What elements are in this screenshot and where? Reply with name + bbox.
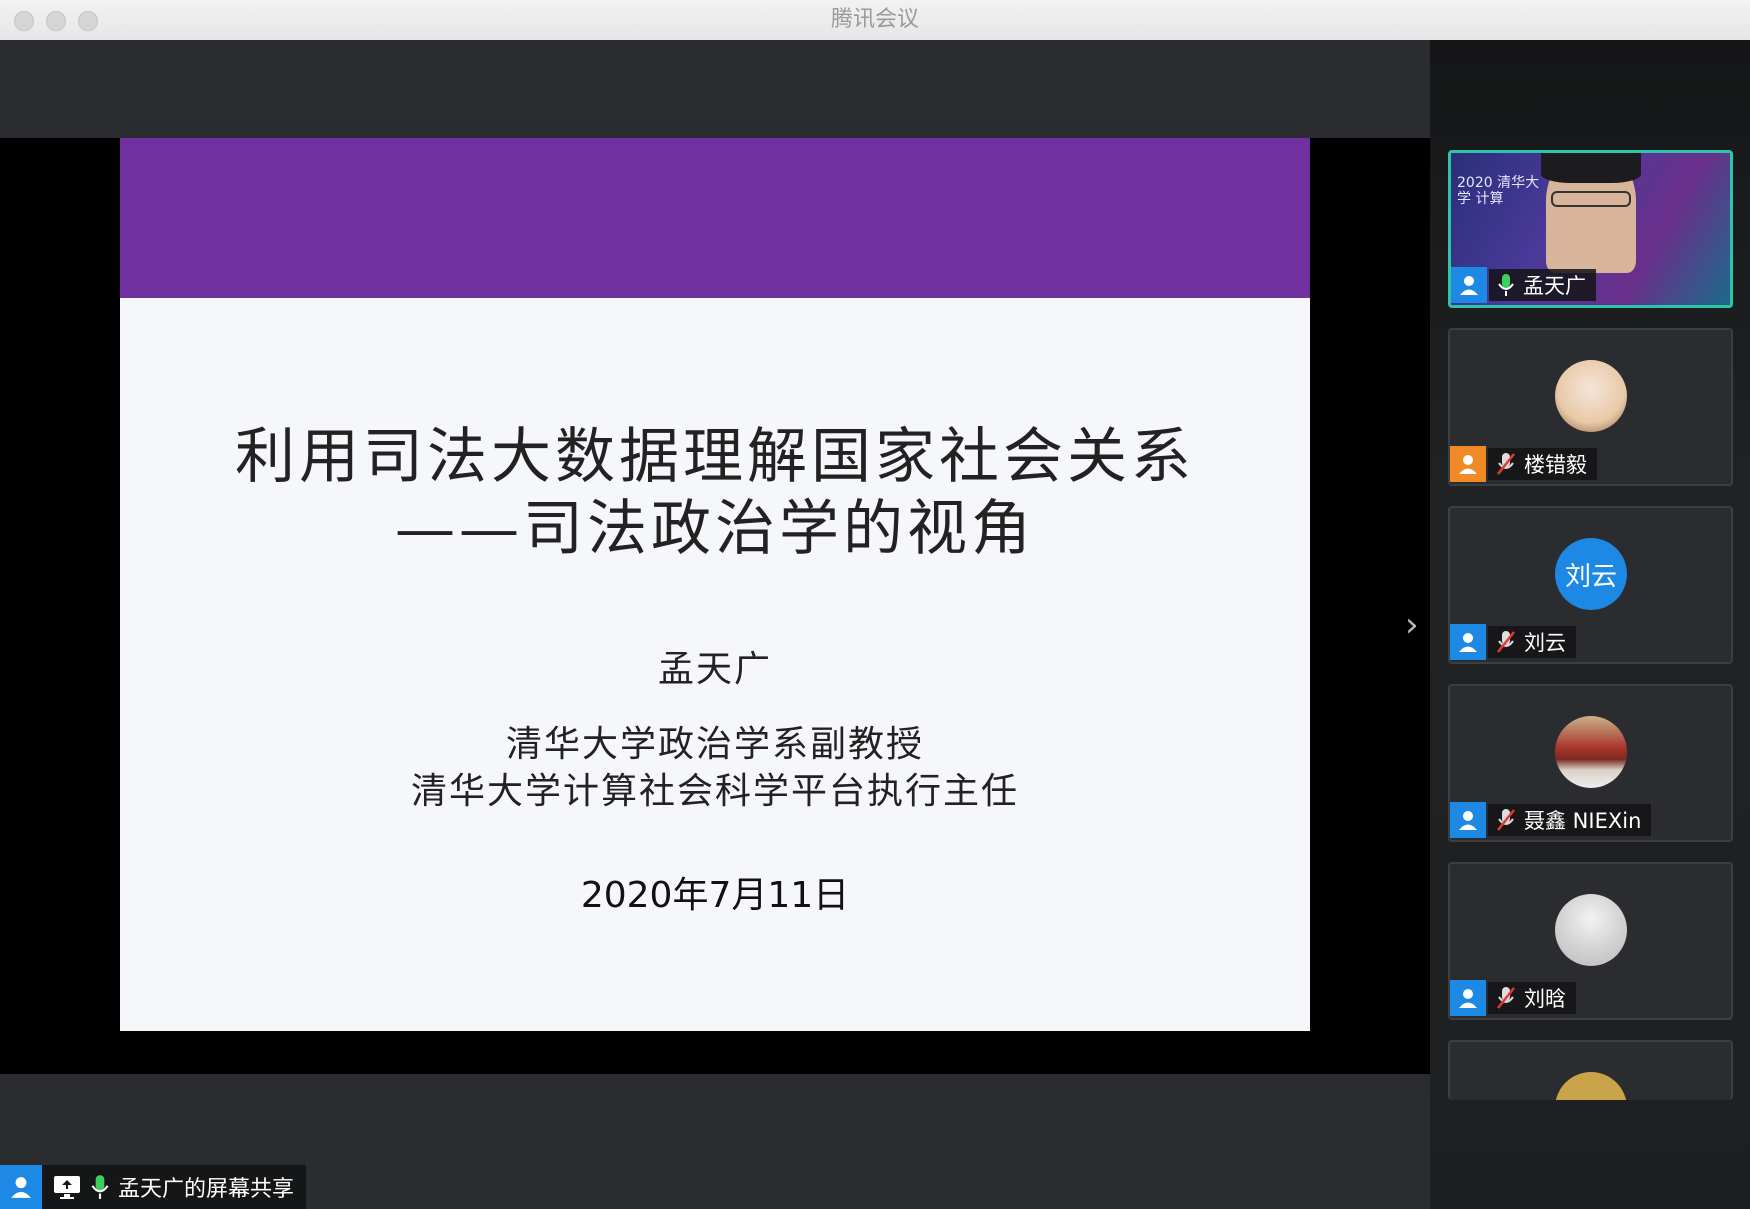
participant-name: 刘晗 xyxy=(1524,987,1566,1011)
slide-date: 2020年7月11日 xyxy=(580,875,850,916)
nameplate: 聂鑫 NIEXin xyxy=(1450,802,1652,838)
host-icon xyxy=(1450,446,1486,482)
participant-tile[interactable]: 聂鑫 NIEXin xyxy=(1448,684,1733,842)
nameplate: 刘云 xyxy=(1450,624,1576,660)
user-icon xyxy=(1450,980,1486,1016)
slide-affiliation-1: 清华大学政治学系副教授 xyxy=(505,724,924,765)
user-icon xyxy=(0,1165,42,1209)
video-banner-text: 2020 清华大学 计算 xyxy=(1457,175,1540,207)
nameplate: 刘晗 xyxy=(1450,980,1576,1016)
mic-muted-icon xyxy=(1497,809,1515,831)
nameplate: 孟天广 xyxy=(1451,267,1596,303)
slide-author: 孟天广 xyxy=(657,649,772,690)
participant-tile[interactable]: 刘晗 xyxy=(1448,862,1733,1020)
presentation-slide: 利用司法大数据理解国家社会关系 ——司法政治学的视角 孟天广 清华大学政治学系副… xyxy=(120,138,1310,1031)
avatar xyxy=(1555,894,1627,966)
participant-name: 刘云 xyxy=(1524,631,1566,655)
participant-tile[interactable]: 刘云 刘云 xyxy=(1448,506,1733,664)
mic-muted-icon xyxy=(1497,631,1515,653)
participant-tile-partial[interactable] xyxy=(1448,1040,1733,1100)
window-titlebar: 腾讯会议 xyxy=(0,0,1750,41)
participant-hair xyxy=(1541,153,1641,183)
avatar: 刘云 xyxy=(1555,538,1627,610)
avatar xyxy=(1555,360,1627,432)
screen-share-icon xyxy=(54,1176,80,1199)
participant-glasses xyxy=(1551,191,1631,207)
participant-tile[interactable]: 楼错毅 xyxy=(1448,328,1733,486)
microphone-icon xyxy=(91,1175,109,1199)
avatar xyxy=(1555,716,1627,788)
screen-share-indicator[interactable]: 孟天广的屏幕共享 xyxy=(0,1165,307,1209)
mic-muted-icon xyxy=(1497,987,1515,1009)
nameplate: 楼错毅 xyxy=(1450,446,1597,482)
window-title: 腾讯会议 xyxy=(830,7,919,32)
participant-tile[interactable]: 2020 清华大学 计算 孟天广 xyxy=(1448,150,1733,308)
user-icon xyxy=(1450,624,1486,660)
participant-name: 楼错毅 xyxy=(1524,453,1587,477)
slide-affiliation-2: 清华大学计算社会科学平台执行主任 xyxy=(410,771,1019,812)
microphone-icon xyxy=(1498,274,1514,296)
user-icon xyxy=(1450,802,1486,838)
participant-name: 聂鑫 NIEXin xyxy=(1524,809,1642,833)
avatar-initials: 刘云 xyxy=(1564,561,1617,592)
mic-muted-icon xyxy=(1497,453,1515,475)
screen-share-label: 孟天广的屏幕共享 xyxy=(118,1177,295,1202)
chevron-right-icon[interactable]: › xyxy=(1405,605,1419,645)
slide-header-band xyxy=(120,138,1310,298)
user-icon xyxy=(1451,267,1487,303)
participant-name: 孟天广 xyxy=(1523,274,1586,298)
avatar xyxy=(1555,1072,1627,1100)
slide-title-line-2: ——司法政治学的视角 xyxy=(395,494,1035,564)
